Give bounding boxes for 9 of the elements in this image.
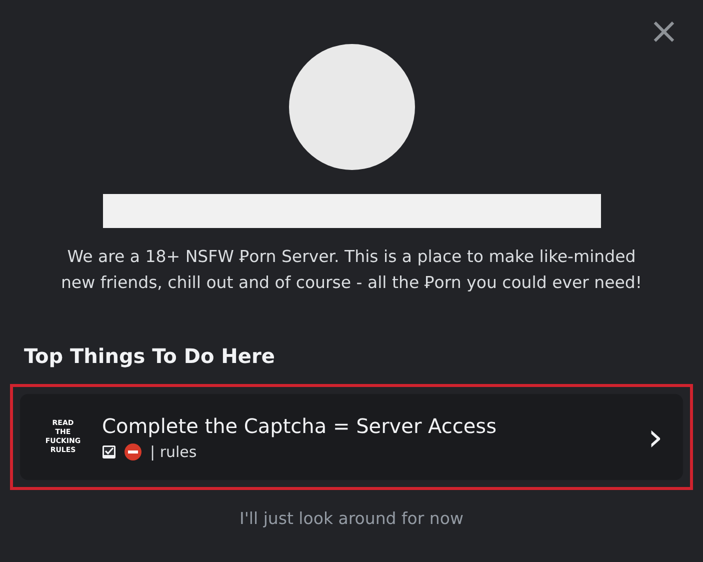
close-button[interactable]: ×: [644, 14, 683, 50]
channel-label: | rules: [150, 442, 197, 463]
section-title: Top Things To Do Here: [23, 344, 276, 368]
no-entry-icon: [124, 443, 142, 461]
server-description: We are a 18+ NSFW Ꝑorn Server. This is a place to make like-minded new friends, chill out and of course - all the Ꝑorn you could ever need!: [60, 246, 644, 294]
checkbox-icon: [102, 445, 116, 459]
action-title: Complete the Captcha = Server Access: [102, 412, 498, 440]
chevron-icon: ›: [648, 418, 663, 456]
skip-link[interactable]: I'll just look around for now: [234, 506, 470, 533]
